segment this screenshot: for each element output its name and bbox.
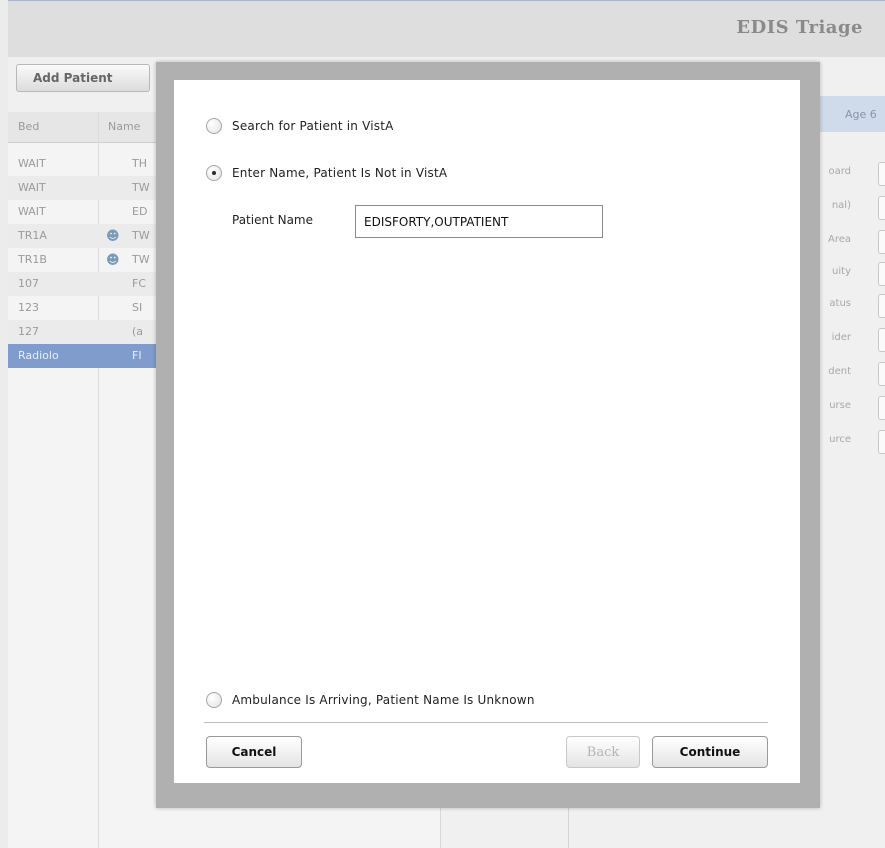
add-patient-dialog: Search for Patient in VistA Enter Name, … <box>174 80 800 783</box>
name-cell: FI <box>132 349 142 362</box>
name-cell: TW <box>132 253 150 266</box>
app-title: EDIS Triage <box>736 17 863 38</box>
cancel-button[interactable]: Cancel <box>206 736 302 768</box>
field-input[interactable] <box>878 430 885 454</box>
name-cell: ED <box>132 205 148 218</box>
radio-button-selected[interactable] <box>206 165 222 181</box>
field-label: Area <box>827 234 851 245</box>
radio-button[interactable] <box>206 692 222 708</box>
enter-name-label: Enter Name, Patient Is Not in VistA <box>232 166 448 180</box>
field-input[interactable] <box>878 294 885 318</box>
dialog-divider <box>204 722 768 723</box>
field-input[interactable] <box>878 162 885 186</box>
column-header-bed[interactable]: Bed <box>18 120 39 133</box>
name-cell: TW <box>132 229 150 242</box>
column-header-name[interactable]: Name <box>108 120 140 133</box>
field-label: uity <box>832 266 851 277</box>
field-label: ider <box>831 332 851 343</box>
name-cell: (a <box>132 325 144 338</box>
ambulance-option[interactable]: Ambulance Is Arriving, Patient Name Is U… <box>206 692 535 708</box>
field-label: urse <box>829 400 851 411</box>
search-vista-option[interactable]: Search for Patient in VistA <box>206 118 394 134</box>
field-label: oard <box>828 166 851 177</box>
bed-cell: TR1A <box>18 229 47 242</box>
modal-overlay: Search for Patient in VistA Enter Name, … <box>156 62 820 808</box>
field-input[interactable] <box>878 396 885 420</box>
field-input[interactable] <box>878 362 885 386</box>
field-input[interactable] <box>878 328 885 352</box>
add-patient-button[interactable]: Add Patient <box>16 64 150 92</box>
bed-cell: WAIT <box>18 181 46 194</box>
radio-button[interactable] <box>206 118 222 134</box>
bed-cell: 107 <box>18 277 39 290</box>
search-vista-label: Search for Patient in VistA <box>232 119 394 133</box>
bed-cell: Radiolo <box>18 349 59 362</box>
age-label: Age 6 <box>845 108 877 121</box>
field-input[interactable] <box>878 262 885 286</box>
patient-name-label: Patient Name <box>232 213 313 227</box>
continue-button[interactable]: Continue <box>652 736 768 768</box>
field-label: urce <box>829 434 851 445</box>
name-cell: FC <box>132 277 147 290</box>
bed-cell: 123 <box>18 301 39 314</box>
field-input[interactable] <box>878 230 885 254</box>
bed-cell: WAIT <box>18 157 46 170</box>
bed-cell: TR1B <box>18 253 47 266</box>
back-button[interactable]: Back <box>566 736 640 768</box>
field-label: atus <box>829 298 851 309</box>
patient-name-input[interactable] <box>355 205 603 238</box>
bed-cell: 127 <box>18 325 39 338</box>
field-label: nal) <box>831 200 851 211</box>
people-icon: ☻ <box>106 229 120 244</box>
field-label: dent <box>828 366 851 377</box>
name-cell: TW <box>132 181 150 194</box>
name-cell: SI <box>132 301 143 314</box>
name-cell: TH <box>132 157 147 170</box>
enter-name-option[interactable]: Enter Name, Patient Is Not in VistA <box>206 165 447 181</box>
edis-app-window: EDIS Triage Add Patient Bed Name WAIT TH… <box>0 0 885 848</box>
title-bar: EDIS Triage <box>8 0 885 58</box>
field-input[interactable] <box>878 196 885 220</box>
bed-cell: WAIT <box>18 205 46 218</box>
people-icon: ☻ <box>106 253 120 268</box>
ambulance-label: Ambulance Is Arriving, Patient Name Is U… <box>232 693 535 707</box>
